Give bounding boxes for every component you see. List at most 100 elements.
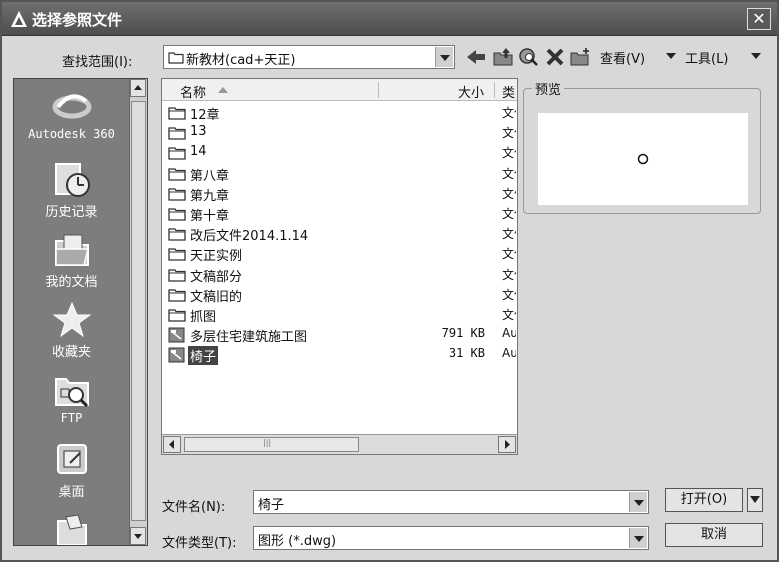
- chevron-down-icon: [134, 534, 142, 539]
- file-name: 文稿旧的: [190, 289, 243, 305]
- file-list[interactable]: 名称 大小 类 12章文件夹13文件夹14文件夹第八章文件夹第九章文件夹第十章文…: [161, 78, 518, 455]
- file-type: 文件夹: [502, 267, 516, 282]
- column-name[interactable]: 名称: [180, 82, 206, 101]
- folder-icon: [168, 287, 186, 306]
- file-row[interactable]: 椅子 31 KB AutoCAD: [168, 345, 516, 366]
- folder-icon: [168, 166, 186, 185]
- file-name: 椅子: [188, 346, 219, 366]
- history-icon: [54, 163, 90, 197]
- tools-dropdown-icon[interactable]: [751, 53, 761, 60]
- places-bar: Autodesk 360 历史记录 我的文档 收藏夹 FTP 桌面: [13, 78, 148, 546]
- file-type: 文件夹: [502, 247, 516, 262]
- folder-row[interactable]: 改后文件2014.1.14 文件夹: [168, 224, 516, 245]
- file-type: 文件夹: [502, 186, 516, 201]
- place-history[interactable]: 历史记录: [14, 161, 129, 220]
- place-desktop[interactable]: 桌面: [14, 441, 129, 500]
- chevron-down-icon[interactable]: [629, 528, 647, 548]
- place-ftp[interactable]: FTP: [14, 371, 129, 426]
- scroll-grip: |||: [263, 438, 272, 447]
- folder-icon: [168, 267, 186, 286]
- delete-icon[interactable]: [544, 47, 566, 67]
- file-type: 文件夹: [502, 166, 516, 181]
- preview-drawing: [637, 153, 649, 165]
- place-label: Autodesk 360: [28, 127, 115, 141]
- file-name: 14: [190, 144, 207, 160]
- folder-row[interactable]: 14 文件夹: [168, 143, 516, 163]
- place-favorites[interactable]: 收藏夹: [14, 301, 129, 360]
- look-in-combo[interactable]: 新教材(cad+天正): [163, 45, 455, 69]
- folder-row[interactable]: 抓图 文件夹: [168, 305, 516, 326]
- file-name-label: 文件名(N):: [162, 500, 226, 515]
- file-type: 文件夹: [502, 146, 516, 161]
- scroll-left-button[interactable]: [163, 436, 181, 453]
- chevron-right-icon: [505, 440, 510, 449]
- place-autodesk-360[interactable]: Autodesk 360: [14, 85, 129, 142]
- folder-row[interactable]: 第八章 文件夹: [168, 164, 516, 185]
- file-name-input[interactable]: 椅子: [253, 490, 649, 514]
- file-name: 改后文件2014.1.14: [190, 229, 309, 245]
- file-type: 文件夹: [502, 287, 516, 302]
- folder-row[interactable]: 天正实例 文件夹: [168, 244, 516, 265]
- folder-row[interactable]: 文稿部分 文件夹: [168, 265, 516, 286]
- folder-icon: [168, 206, 186, 225]
- folder-row[interactable]: 12章 文件夹: [168, 103, 516, 124]
- up-folder-icon[interactable]: [492, 47, 514, 67]
- place-label: 桌面: [58, 485, 85, 500]
- place-my-documents[interactable]: 我的文档: [14, 231, 129, 290]
- select-reference-file-dialog: 选择参照文件 ✕ 查找范围(I): 新教材(cad+天正) 查看(V) 工具(L…: [0, 0, 779, 562]
- back-icon[interactable]: [465, 47, 487, 67]
- scroll-right-button[interactable]: [498, 436, 516, 453]
- dialog-title: 选择参照文件: [32, 11, 123, 29]
- scroll-down-button[interactable]: [130, 527, 146, 545]
- place-label: 历史记录: [45, 205, 98, 220]
- views-dropdown-icon[interactable]: [666, 53, 676, 60]
- column-size[interactable]: 大小: [458, 82, 484, 101]
- place-more[interactable]: [14, 513, 129, 547]
- folder-icon: [168, 307, 186, 326]
- places-scrollbar[interactable]: [129, 79, 147, 545]
- file-name: 13: [190, 124, 207, 140]
- views-menu[interactable]: 查看(V): [600, 48, 645, 67]
- search-web-icon[interactable]: [518, 47, 540, 67]
- open-button[interactable]: 打开(O): [665, 488, 743, 512]
- file-type-select[interactable]: 图形 (*.dwg): [253, 526, 649, 550]
- file-type-label: 文件类型(T):: [162, 536, 237, 551]
- autocad-logo-icon: [11, 11, 27, 27]
- preview-label: 预览: [532, 79, 565, 98]
- scroll-thumb[interactable]: [131, 101, 146, 521]
- title-bar: 选择参照文件 ✕: [2, 2, 777, 36]
- open-options-button[interactable]: [747, 488, 763, 512]
- file-type: 文件夹: [502, 106, 516, 120]
- file-type-value: 图形 (*.dwg): [258, 534, 337, 549]
- tools-menu[interactable]: 工具(L): [685, 48, 728, 67]
- scroll-up-button[interactable]: [130, 79, 146, 97]
- chevron-down-icon[interactable]: [435, 47, 453, 67]
- file-type: 文件夹: [502, 126, 516, 141]
- folder-icon: [168, 52, 184, 64]
- dwg-file-icon: [168, 327, 186, 347]
- folder-row[interactable]: 文稿旧的 文件夹: [168, 285, 516, 306]
- folder-icon: [168, 226, 186, 245]
- ftp-icon: [54, 378, 89, 408]
- column-divider: [378, 82, 379, 98]
- scroll-thumb[interactable]: |||: [184, 437, 359, 452]
- file-list-hscrollbar[interactable]: |||: [162, 434, 517, 454]
- folder-row[interactable]: 第十章 文件夹: [168, 204, 516, 225]
- column-type[interactable]: 类: [502, 82, 515, 101]
- preview-image: [538, 113, 748, 205]
- file-size: 791 KB: [441, 326, 485, 341]
- file-name: 天正实例: [190, 249, 243, 265]
- file-type: AutoCAD: [502, 326, 516, 341]
- new-folder-icon[interactable]: [569, 47, 591, 67]
- file-row[interactable]: 多层住宅建筑施工图 791 KB AutoCAD: [168, 325, 516, 347]
- folder-icon: [168, 105, 186, 124]
- chevron-up-icon: [134, 85, 142, 90]
- file-type: AutoCAD: [502, 346, 516, 361]
- chevron-down-icon: [750, 496, 760, 503]
- chevron-down-icon[interactable]: [629, 492, 647, 512]
- folder-row[interactable]: 第九章 文件夹: [168, 184, 516, 204]
- file-name: 文稿部分: [190, 269, 243, 285]
- cancel-button[interactable]: 取消: [665, 523, 763, 547]
- folder-row[interactable]: 13 文件夹: [168, 123, 516, 143]
- close-button[interactable]: ✕: [747, 8, 771, 30]
